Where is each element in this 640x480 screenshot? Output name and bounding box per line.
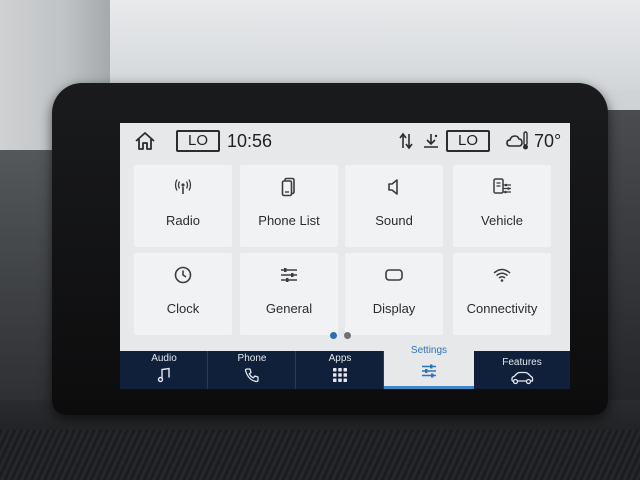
wifi-icon <box>493 268 511 282</box>
phone-handset-icon <box>244 368 259 383</box>
sliders-icon <box>281 268 297 282</box>
tile-label: General <box>265 301 313 316</box>
tile-radio[interactable]: Radio <box>134 165 232 247</box>
tile-display[interactable]: Display <box>345 253 443 335</box>
apps-grid-icon <box>333 368 347 382</box>
background-trim <box>0 430 640 480</box>
tile-sound[interactable]: Sound <box>345 165 443 247</box>
outside-temperature: 70° <box>534 131 562 151</box>
sliders-icon <box>422 364 436 378</box>
page-dot[interactable] <box>344 332 351 339</box>
left-climate-temp-button[interactable]: LO <box>176 130 220 152</box>
clock-time: 10:56 <box>227 131 273 151</box>
tile-label: Phone List <box>258 213 320 228</box>
speaker-icon <box>388 179 398 195</box>
tile-vehicle[interactable]: Vehicle <box>453 165 551 247</box>
nav-features[interactable]: Features <box>474 355 570 389</box>
nav-label: Features <box>502 357 542 368</box>
cloud-thermometer-icon <box>506 131 528 150</box>
tile-label: Clock <box>166 301 200 316</box>
tile-label: Display <box>372 301 416 316</box>
tile-clock[interactable]: Clock <box>134 253 232 335</box>
bottom-nav: Audio Phone Apps Settings Features <box>120 343 570 389</box>
nav-phone[interactable]: Phone <box>208 351 296 389</box>
tile-label: Radio <box>166 213 200 228</box>
right-climate-temp-button[interactable]: LO <box>446 130 490 152</box>
tile-general[interactable]: General <box>240 253 338 335</box>
tile-label: Sound <box>375 213 413 228</box>
home-icon[interactable] <box>134 131 156 151</box>
display-icon <box>385 269 403 281</box>
infotainment-screen: LO 10:56 LO 70° Radio Phone List Sound V… <box>120 123 570 389</box>
nav-label: Phone <box>237 353 267 364</box>
music-note-icon <box>157 367 170 383</box>
airflow-down-icon <box>424 134 438 148</box>
clock-icon <box>174 266 192 284</box>
tile-label: Connectivity <box>466 301 538 316</box>
nav-label: Audio <box>151 353 177 364</box>
nav-label: Apps <box>328 353 352 364</box>
background-window <box>110 0 640 90</box>
nav-audio[interactable]: Audio <box>120 351 208 389</box>
tile-connectivity[interactable]: Connectivity <box>453 253 551 335</box>
status-bar: LO 10:56 LO 70° <box>120 123 570 159</box>
tile-phone-list[interactable]: Phone List <box>240 165 338 247</box>
airflow-up-down-icon <box>399 132 413 150</box>
page-dot-active[interactable] <box>330 332 337 339</box>
car-icon <box>511 371 534 385</box>
tile-label: Vehicle <box>481 213 523 228</box>
nav-label: Settings <box>410 345 448 356</box>
phone-list-icon <box>281 177 295 197</box>
nav-settings[interactable]: Settings <box>384 343 474 389</box>
radio-signal-icon <box>174 179 192 194</box>
nav-apps[interactable]: Apps <box>296 351 384 389</box>
vehicle-settings-icon <box>493 178 511 194</box>
